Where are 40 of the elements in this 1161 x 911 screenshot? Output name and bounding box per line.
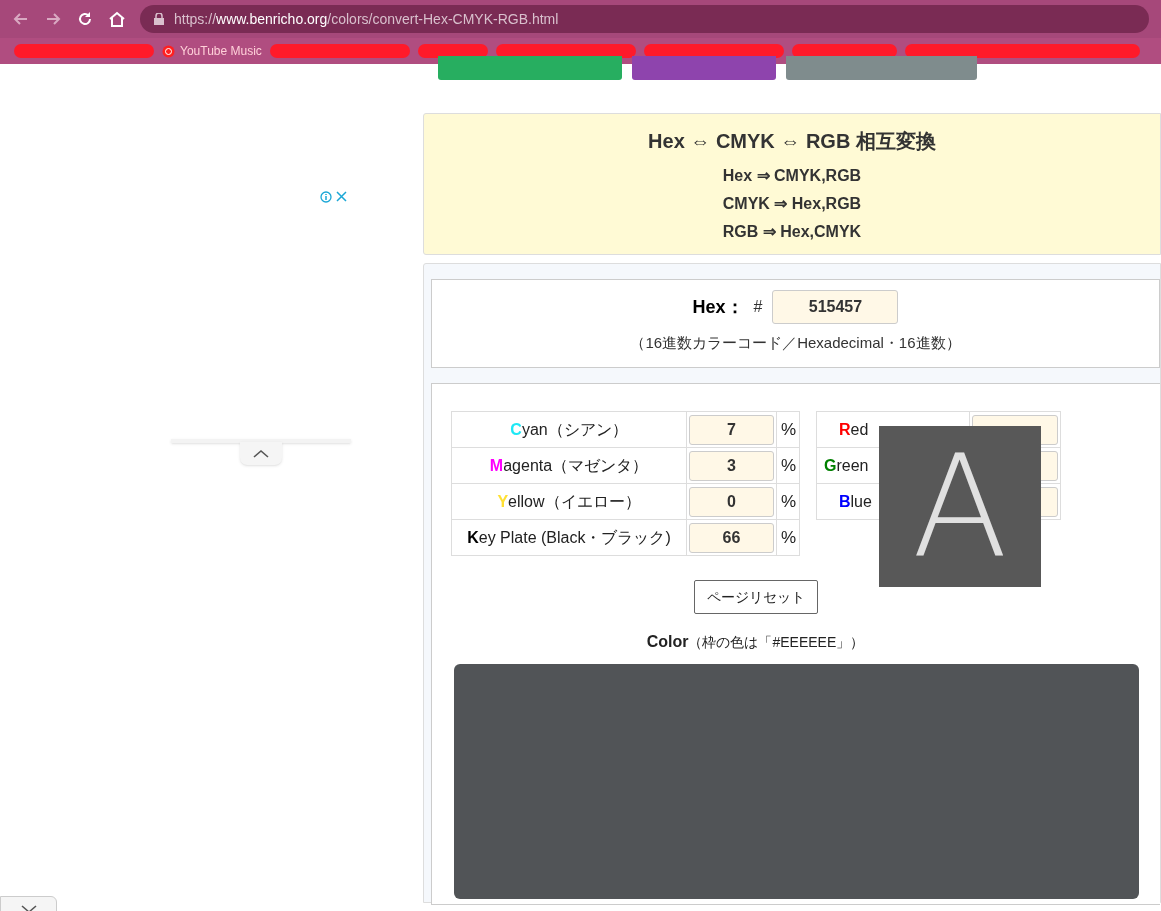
play-circle-icon: [162, 44, 175, 58]
color-heading: Color: [646, 632, 689, 652]
hex-note: （16進数カラーコード／Hexadecimal・16進数）: [630, 333, 961, 353]
reset-button[interactable]: ページリセット: [693, 580, 818, 614]
conversion-line: RGB ⇒ Hex,CMYK: [722, 222, 862, 242]
value-input[interactable]: 7: [689, 414, 774, 445]
hex-input[interactable]: 515457: [772, 290, 899, 324]
close-icon[interactable]: [336, 191, 347, 202]
collapse-button[interactable]: [240, 442, 282, 465]
color-channel-label: Yellow（イエロー）: [497, 492, 641, 510]
color-channel-label: Cyan（シアン）: [510, 420, 628, 438]
reload-icon[interactable]: [76, 10, 94, 28]
bookmark[interactable]: YouTube Music: [162, 42, 262, 60]
value-input[interactable]: 0: [689, 486, 774, 517]
redaction-mark: [417, 44, 488, 58]
hex-label: Hex：: [692, 295, 744, 319]
color-channel-label: Magenta（マゼンタ）: [489, 456, 649, 474]
conversion-line: CMYK ⇒ Hex,RGB: [722, 194, 862, 214]
chevron-down-icon: [20, 904, 37, 911]
home-icon[interactable]: [108, 10, 126, 28]
lock-icon: [154, 13, 164, 25]
color-channel-label: Green: [824, 456, 869, 474]
color-channel-label: Red: [839, 420, 869, 438]
address-bar[interactable]: https://www.benricho.org/colors/convert-Hex-CMYK-RGB.html: [140, 5, 1149, 33]
page-title: Hex ⇔ CMYK ⇔ RGB 相互変換: [648, 129, 936, 154]
value-input[interactable]: 3: [689, 450, 774, 481]
hash-sign: #: [753, 297, 763, 317]
color-channel-label: Blue: [839, 492, 872, 510]
conversion-line: Hex ⇒ CMYK,RGB: [722, 166, 862, 186]
url-text: https://www.benricho.org/colors/convert-Hex-CMYK-RGB.html: [174, 9, 559, 29]
percent-unit: %: [780, 455, 797, 475]
chevron-up-icon: [253, 449, 269, 458]
percent-unit: %: [780, 491, 797, 511]
value-input[interactable]: 66: [689, 522, 774, 553]
color-note: （枠の色は「#EEEEEE」）: [688, 633, 865, 652]
color-channel-label: Key Plate (Black・ブラック): [467, 528, 671, 546]
percent-unit: %: [780, 419, 797, 439]
overlay-letter: A: [912, 436, 1008, 577]
info-icon[interactable]: [320, 191, 332, 203]
percent-unit: %: [780, 527, 797, 547]
